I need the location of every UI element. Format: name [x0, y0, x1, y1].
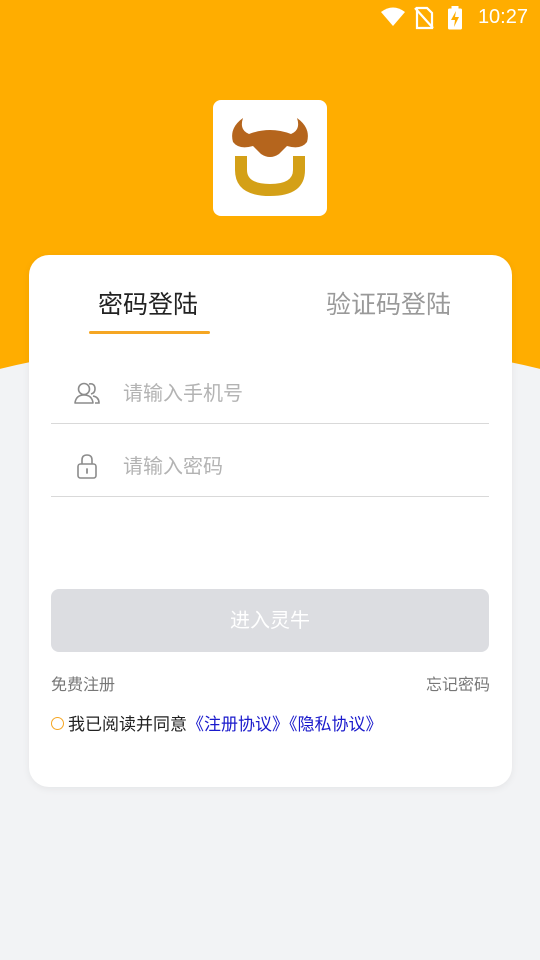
register-link[interactable]: 免费注册 — [51, 671, 115, 695]
register-agreement-link[interactable]: 《注册协议》 — [187, 715, 289, 735]
app-logo — [213, 100, 327, 216]
tab-password-login[interactable]: 密码登陆 — [98, 285, 198, 325]
phone-input[interactable] — [123, 373, 473, 413]
forgot-password-link[interactable]: 忘记密码 — [426, 671, 490, 695]
agree-checkbox[interactable] — [51, 716, 64, 730]
login-screen: 10:27 密码登陆 验证码登陆 请输入手机号 进入灵牛 免费注册 忘记密码 我… — [0, 0, 540, 960]
users-icon — [73, 379, 101, 407]
bull-logo-icon — [232, 118, 308, 196]
password-field — [51, 436, 489, 497]
privacy-agreement-link[interactable]: 《隐私协议》 — [289, 715, 383, 735]
active-tab-indicator — [89, 331, 210, 334]
lock-icon — [73, 452, 101, 480]
wifi-icon — [380, 6, 406, 32]
phone-field — [51, 363, 489, 424]
status-time: 10:27 — [477, 6, 528, 28]
tab-code-login[interactable]: 验证码登陆 — [326, 285, 451, 325]
login-button[interactable]: 进入灵牛 — [51, 589, 489, 652]
login-card: 密码登陆 验证码登陆 请输入手机号 进入灵牛 免费注册 忘记密码 我已阅读并同意… — [29, 255, 512, 787]
agreement-row: 我已阅读并同意《注册协议》《隐私协议》 — [51, 713, 383, 737]
agreement-text: 我已阅读并同意 — [68, 715, 187, 735]
status-bar: 10:27 — [0, 0, 540, 36]
battery-charging-icon — [447, 6, 463, 34]
no-sim-icon — [414, 6, 434, 34]
password-input[interactable] — [123, 446, 473, 486]
